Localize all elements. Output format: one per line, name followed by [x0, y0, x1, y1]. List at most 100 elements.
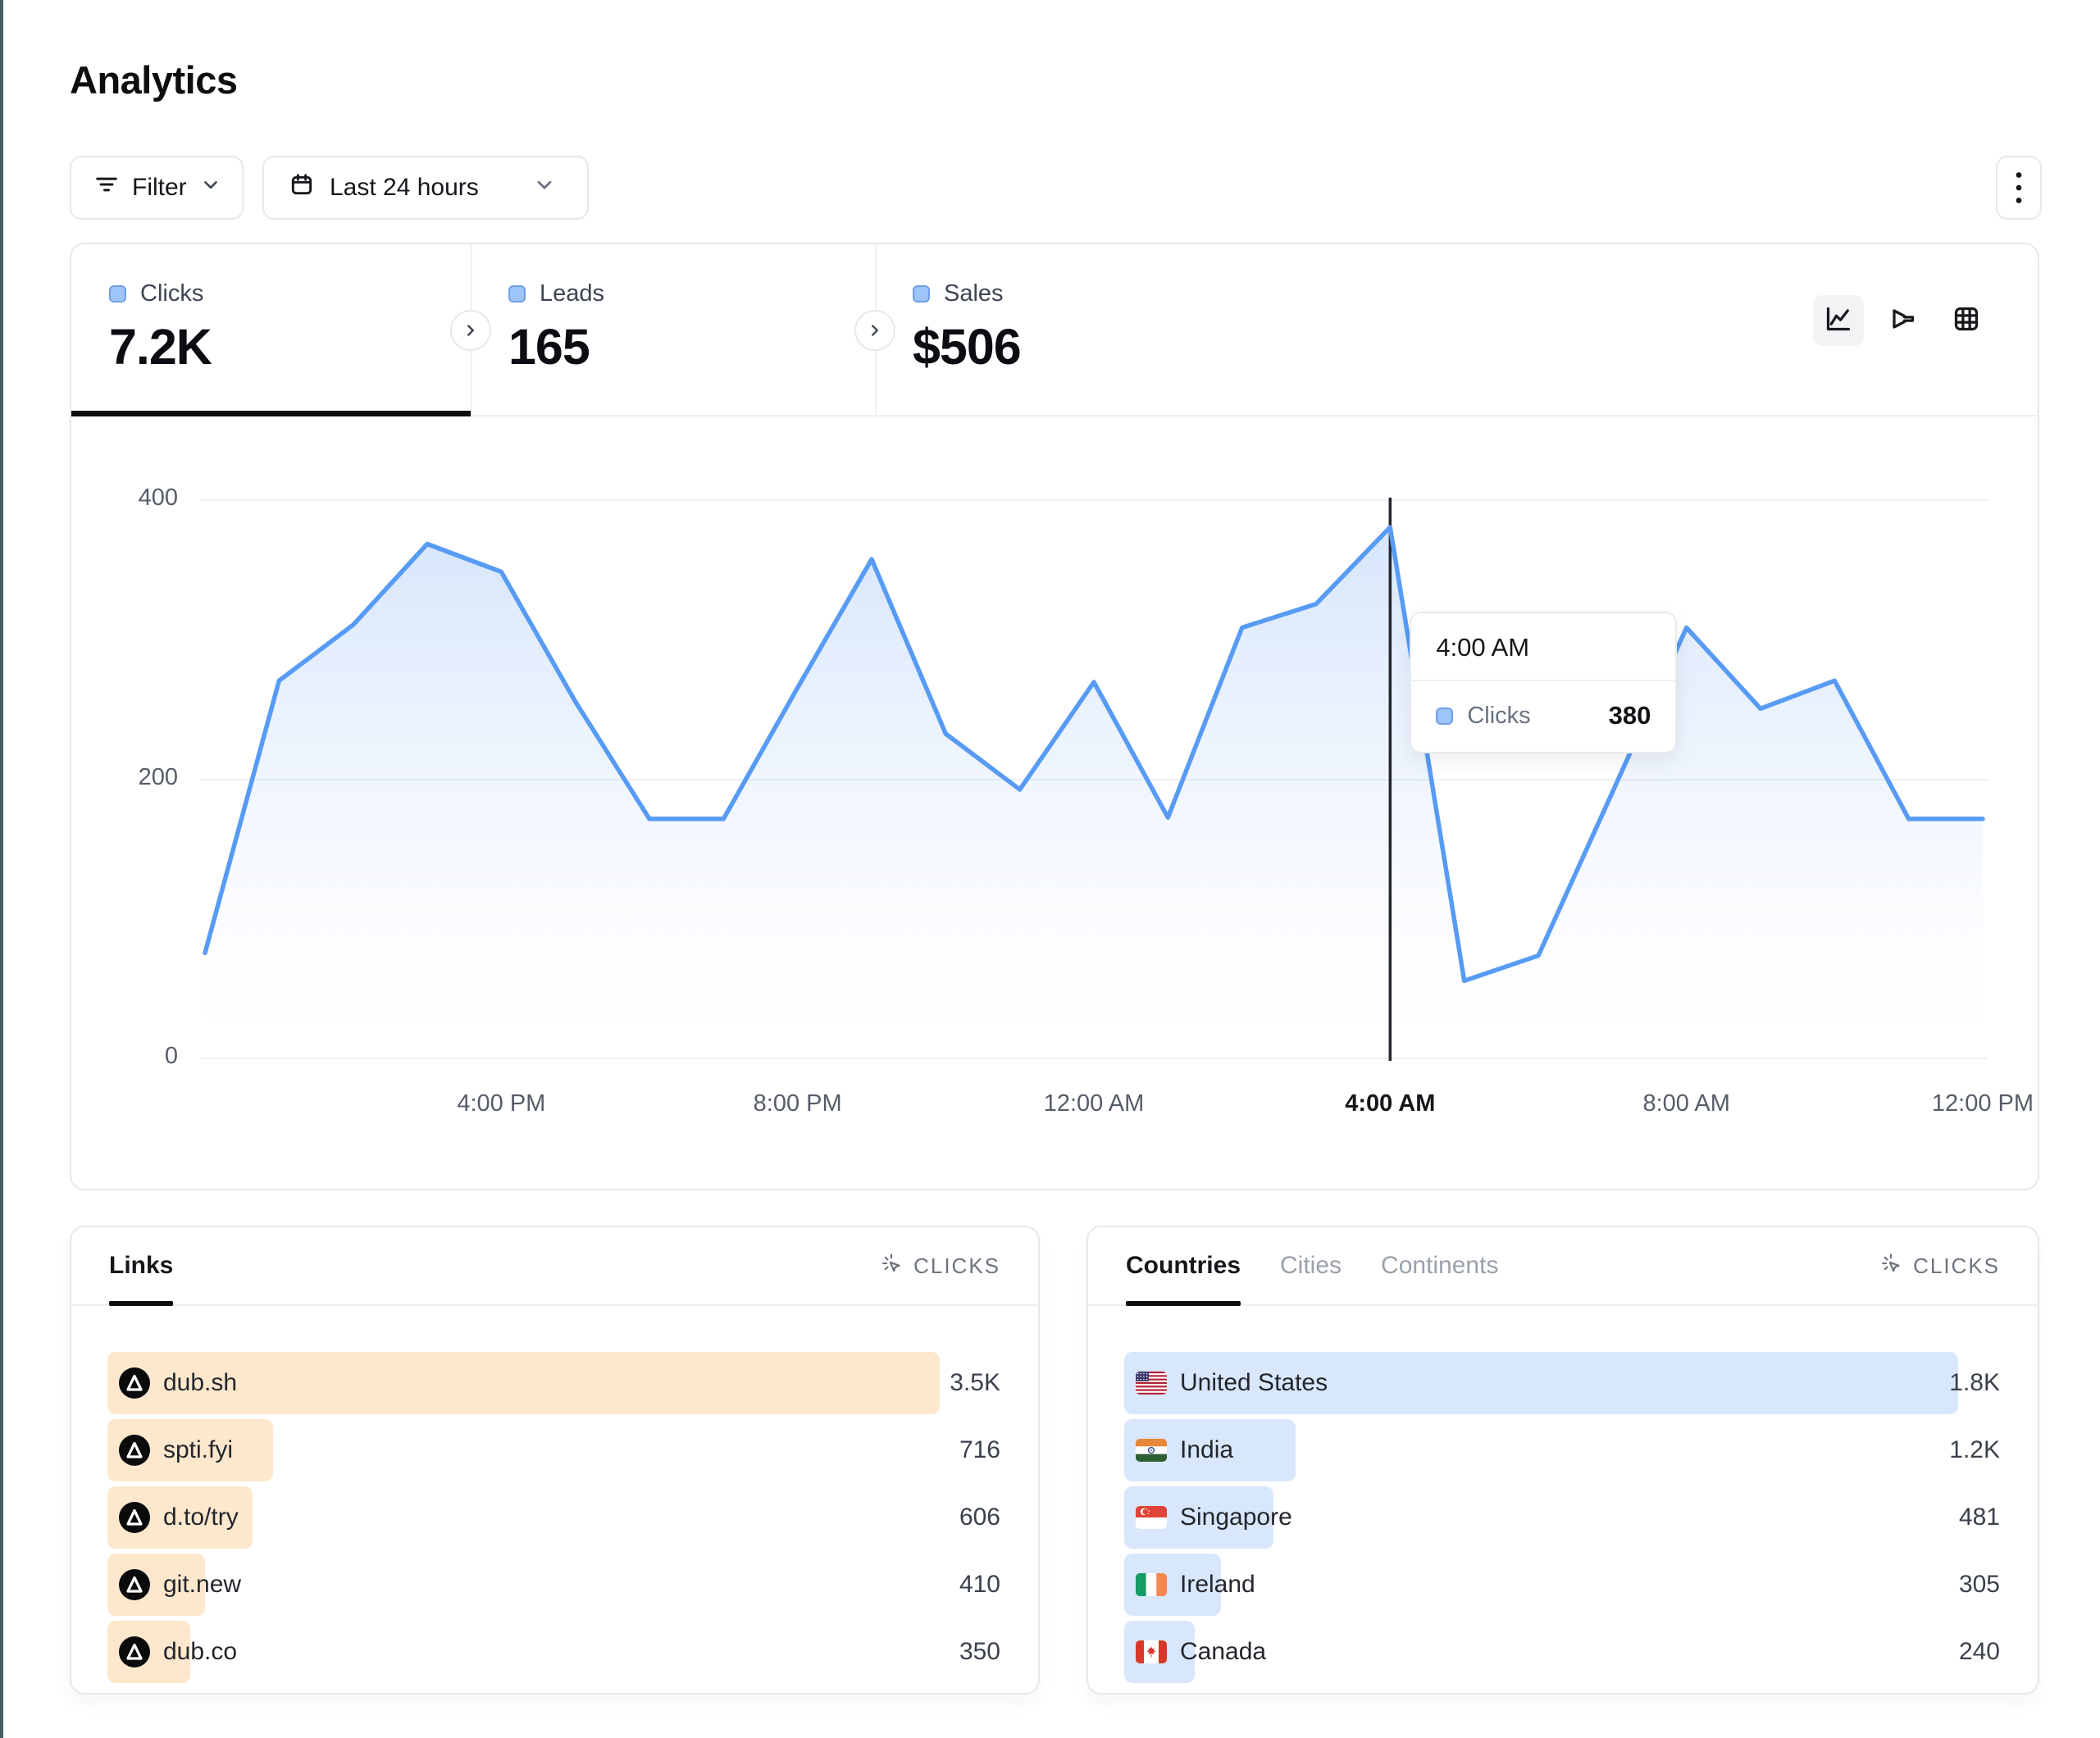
- dub-logo-icon: [119, 1502, 150, 1533]
- row-value: 240: [1959, 1638, 2000, 1666]
- stat-tab-clicks[interactable]: Clicks 7.2K: [71, 244, 471, 416]
- country-row[interactable]: Ireland 305: [1124, 1554, 2002, 1616]
- kebab-menu-icon: [2007, 170, 2031, 206]
- flag-us-icon: [1136, 1372, 1167, 1394]
- country-row[interactable]: Singapore481: [1124, 1486, 2002, 1549]
- row-label: India: [1180, 1436, 1233, 1464]
- x-axis-tick-label: 4:00 AM: [1345, 1090, 1435, 1117]
- line-chart-icon: [1822, 303, 1855, 339]
- tooltip-series-label: Clicks: [1467, 703, 1530, 730]
- metric-label: CLICKS: [1913, 1253, 2000, 1279]
- row-value: 481: [1959, 1504, 2000, 1531]
- tab-links[interactable]: Links: [109, 1227, 173, 1304]
- expand-clicks-button[interactable]: [450, 310, 491, 351]
- more-options-button[interactable]: [1996, 156, 2042, 220]
- tooltip-time: 4:00 AM: [1411, 613, 1675, 681]
- analytics-card: Clicks 7.2K Leads 165 Sales $506: [70, 243, 2039, 1190]
- table-grid-icon: [1950, 303, 1983, 339]
- funnel-chart-icon: [1886, 303, 1919, 339]
- row-label: dub.co: [163, 1638, 237, 1666]
- row-label: spti.fyi: [163, 1436, 233, 1464]
- dub-logo-icon: [119, 1435, 150, 1466]
- row-value: 410: [959, 1571, 1000, 1599]
- dub-logo-icon: [119, 1367, 150, 1399]
- row-value: 606: [959, 1504, 1000, 1531]
- stat-value: 165: [508, 318, 875, 375]
- stat-value: 7.2K: [109, 318, 471, 375]
- link-row[interactable]: dub.co 350: [107, 1621, 1002, 1683]
- country-row[interactable]: India 1.2K: [1124, 1419, 2002, 1481]
- chart-type-toolbar: [1813, 295, 1992, 346]
- row-value: 305: [1959, 1571, 2000, 1599]
- y-axis-tick-label: 400: [71, 485, 178, 512]
- page-title: Analytics: [70, 57, 237, 102]
- table-view-button[interactable]: [1941, 295, 1992, 346]
- stat-label: Leads: [540, 280, 604, 307]
- links-panel-header: Links CLICKS: [71, 1227, 1038, 1306]
- chevron-down-icon: [533, 173, 556, 202]
- funnel-view-button[interactable]: [1877, 295, 1928, 346]
- link-row[interactable]: dub.sh 3.5K: [107, 1352, 1002, 1414]
- links-metric-header[interactable]: CLICKS: [880, 1227, 1000, 1304]
- x-axis-tick-label: 8:00 PM: [754, 1090, 842, 1117]
- row-label: git.new: [163, 1571, 241, 1599]
- tab-cities[interactable]: Cities: [1280, 1227, 1342, 1304]
- flag-ie-icon: [1136, 1573, 1167, 1596]
- row-value: 1.2K: [1949, 1436, 2000, 1464]
- row-value: 3.5K: [950, 1369, 1000, 1397]
- countries-panel-header: Countries Cities Continents CLICKS: [1088, 1227, 2038, 1306]
- metric-label: CLICKS: [913, 1253, 1000, 1279]
- stat-tab-sales[interactable]: Sales $506: [875, 244, 1279, 416]
- area-chart-canvas[interactable]: [200, 457, 1988, 1061]
- filter-button[interactable]: Filter: [70, 156, 244, 220]
- country-row[interactable]: United States1.8K: [1124, 1352, 2002, 1414]
- row-label: d.to/try: [163, 1504, 239, 1531]
- stats-row: Clicks 7.2K Leads 165 Sales $506: [71, 244, 2038, 416]
- line-chart-view-button[interactable]: [1813, 295, 1864, 346]
- leads-legend-square: [508, 285, 526, 303]
- date-range-label: Last 24 hours: [330, 174, 479, 202]
- flag-ca-icon: [1136, 1640, 1167, 1663]
- row-label: Canada: [1180, 1638, 1266, 1666]
- flag-sg-icon: [1136, 1506, 1167, 1529]
- y-axis-tick-label: 200: [71, 764, 178, 791]
- area-fill: [205, 527, 1983, 1058]
- stat-tab-leads[interactable]: Leads 165: [471, 244, 875, 416]
- stat-label: Sales: [944, 280, 1004, 307]
- row-value: 716: [959, 1436, 1000, 1464]
- chart-tooltip: 4:00 AM Clicks 380: [1410, 612, 1677, 753]
- expand-leads-button[interactable]: [854, 310, 895, 351]
- clicks-legend-square: [109, 285, 126, 303]
- y-axis-tick-label: 0: [71, 1043, 178, 1070]
- links-panel: Links CLICKS dub.sh 3.5K spti.fyi 716 d.to/t…: [70, 1226, 1040, 1695]
- dub-logo-icon: [119, 1569, 150, 1600]
- row-value: 350: [959, 1638, 1000, 1666]
- x-axis-tick-label: 4:00 PM: [457, 1090, 545, 1117]
- cursor-click-icon: [880, 1252, 903, 1281]
- x-axis-tick-label: 12:00 PM: [1932, 1090, 2034, 1117]
- row-label: dub.sh: [163, 1369, 237, 1397]
- link-row[interactable]: d.to/try 606: [107, 1486, 1002, 1549]
- countries-metric-header[interactable]: CLICKS: [1879, 1227, 2000, 1304]
- filter-button-label: Filter: [132, 174, 187, 202]
- link-row[interactable]: spti.fyi 716: [107, 1419, 1002, 1481]
- tab-countries[interactable]: Countries: [1126, 1227, 1241, 1304]
- link-row[interactable]: git.new 410: [107, 1554, 1002, 1616]
- sales-legend-square: [913, 285, 930, 303]
- flag-in-icon: [1136, 1439, 1167, 1462]
- window-edge: [0, 0, 3, 1738]
- country-row[interactable]: Canada 240: [1124, 1621, 2002, 1683]
- cursor-click-icon: [1879, 1252, 1902, 1281]
- calendar-icon: [289, 171, 315, 204]
- chevron-down-icon: [200, 174, 221, 202]
- dub-logo-icon: [119, 1636, 150, 1667]
- clicks-chart[interactable]: 0200400 4:00 PM8:00 PM12:00 AM4:00 AM8:0…: [71, 416, 2038, 1190]
- x-axis-tick-label: 8:00 AM: [1642, 1090, 1729, 1117]
- stat-label: Clicks: [140, 280, 203, 307]
- active-stat-underline: [71, 411, 471, 416]
- row-label: Ireland: [1180, 1571, 1255, 1599]
- countries-panel: Countries Cities Continents CLICKS Unite…: [1086, 1226, 2039, 1695]
- tab-continents[interactable]: Continents: [1381, 1227, 1498, 1304]
- filter-lines-icon: [94, 172, 119, 203]
- date-range-button[interactable]: Last 24 hours: [262, 156, 589, 220]
